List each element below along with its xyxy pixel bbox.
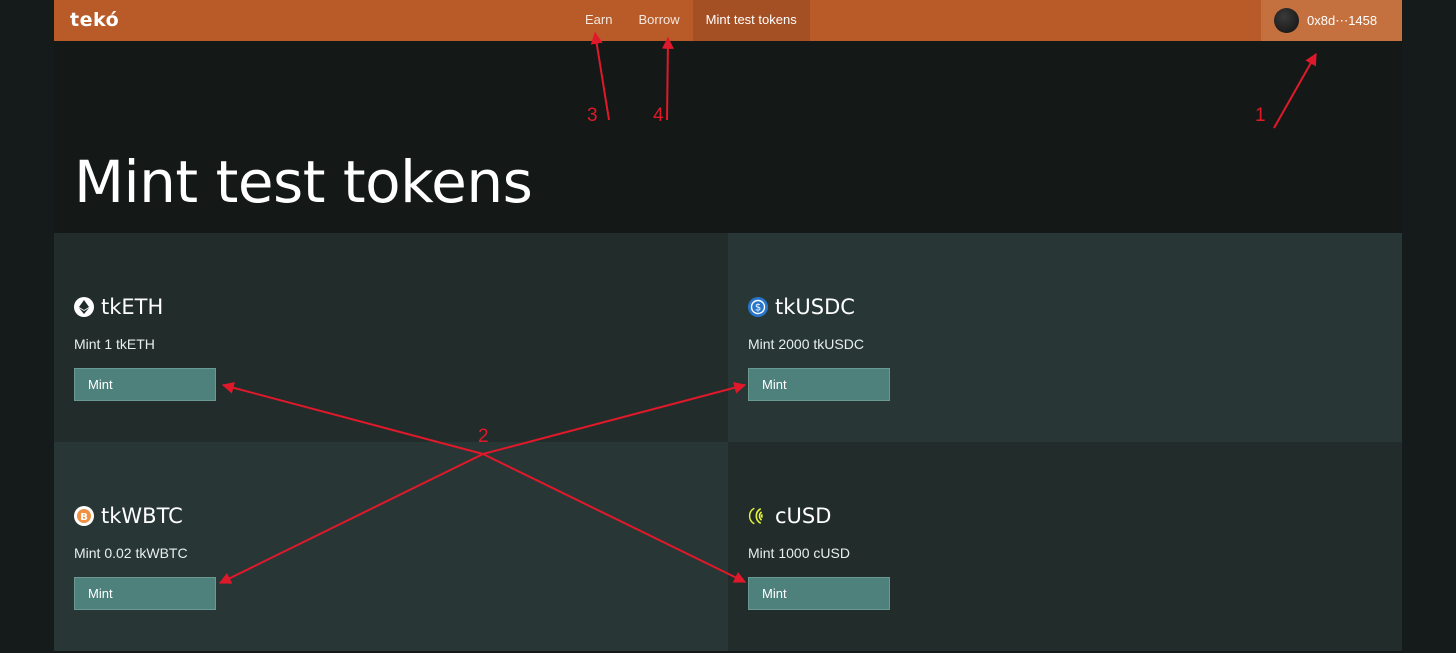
token-header: B tkWBTC <box>74 504 183 528</box>
token-description: Mint 0.02 tkWBTC <box>74 545 188 561</box>
token-description: Mint 1000 cUSD <box>748 545 850 561</box>
token-card-tketh: tkETH Mint 1 tkETH Mint <box>54 233 728 442</box>
token-card-tkusdc: $ tkUSDC Mint 2000 tkUSDC Mint <box>728 233 1402 442</box>
wallet-address: 0x8d⋯1458 <box>1307 12 1378 28</box>
wallet-avatar <box>1274 8 1299 33</box>
token-card-cusd: cUSD Mint 1000 cUSD Mint <box>728 442 1402 651</box>
wallet-button[interactable]: 0x8d⋯1458 <box>1261 0 1402 41</box>
token-name: tkETH <box>101 295 164 319</box>
celo-dollar-icon <box>748 506 768 526</box>
token-name: cUSD <box>775 504 832 528</box>
teko-logo[interactable]: tekó <box>70 9 119 31</box>
ethereum-icon <box>74 297 94 317</box>
mint-tkusdc-button[interactable]: Mint <box>748 368 890 401</box>
nav-borrow[interactable]: Borrow <box>625 0 692 41</box>
svg-text:B: B <box>80 512 88 523</box>
bitcoin-icon: B <box>74 506 94 526</box>
annotation-label-4: 4 <box>653 105 664 126</box>
usdc-icon: $ <box>748 297 768 317</box>
token-description: Mint 2000 tkUSDC <box>748 336 864 352</box>
token-header: tkETH <box>74 295 163 319</box>
mint-cusd-button[interactable]: Mint <box>748 577 890 610</box>
top-navbar: tekó Earn Borrow Mint test tokens 0x8d⋯1… <box>54 0 1402 41</box>
mint-tkwbtc-button[interactable]: Mint <box>74 577 216 610</box>
page-title: Mint test tokens <box>74 148 533 216</box>
token-name: tkWBTC <box>101 504 183 528</box>
annotation-label-1: 1 <box>1255 105 1266 126</box>
token-header: $ tkUSDC <box>748 295 855 319</box>
svg-text:$: $ <box>755 303 761 314</box>
token-header: cUSD <box>748 504 831 528</box>
token-card-tkwbtc: B tkWBTC Mint 0.02 tkWBTC Mint <box>54 442 728 651</box>
token-name: tkUSDC <box>775 295 855 319</box>
nav-earn[interactable]: Earn <box>572 0 625 41</box>
app-frame: tekó Earn Borrow Mint test tokens 0x8d⋯1… <box>54 0 1402 653</box>
token-grid: tkETH Mint 1 tkETH Mint $ tkUSDC Mint 20… <box>54 233 1402 651</box>
main-nav: Earn Borrow Mint test tokens <box>572 0 810 41</box>
annotation-label-3: 3 <box>587 105 598 126</box>
mint-tketh-button[interactable]: Mint <box>74 368 216 401</box>
token-description: Mint 1 tkETH <box>74 336 155 352</box>
nav-mint-test-tokens[interactable]: Mint test tokens <box>692 0 810 41</box>
annotation-label-2: 2 <box>478 426 489 447</box>
